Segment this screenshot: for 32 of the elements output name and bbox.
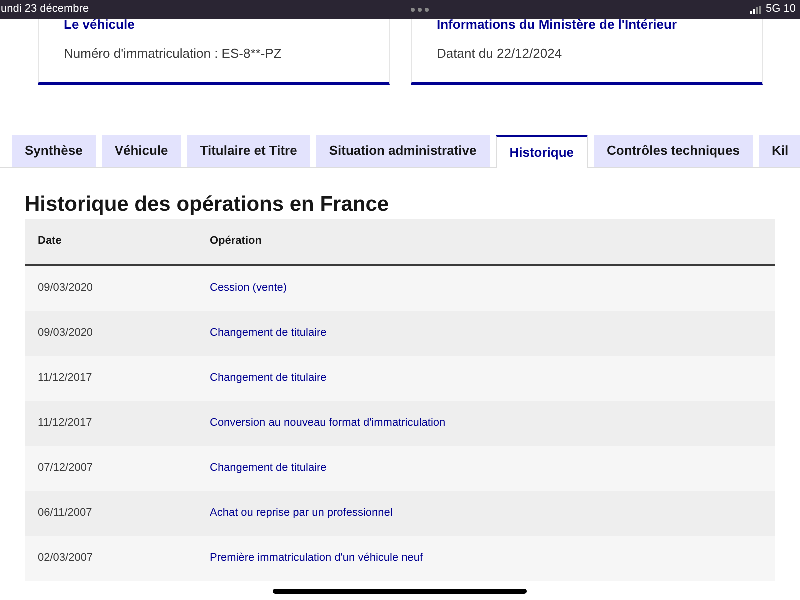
operation-cell-text: Conversion au nouveau format d'immatriculation: [210, 416, 447, 432]
column-header: Date: [37, 234, 63, 250]
date-cell-text: 07/12/2007: [37, 461, 94, 476]
operation-cell-text: Changement de titulaire: [210, 326, 328, 342]
card-text: Datant du 22/12/2024: [437, 45, 564, 63]
operation-cell-text: Cession (vente): [210, 281, 288, 296]
date-cell-text: 06/11/2007: [37, 506, 94, 522]
tab[interactable]: Kil: [758, 135, 800, 167]
operation-cell-text: Changement de titulaire: [210, 371, 328, 386]
card-text: Numéro d'immatriculation : ES-8**-PZ: [64, 45, 283, 63]
column-header: Opération: [210, 234, 263, 250]
status-date: undi 23 décembre: [1, 2, 90, 18]
network-label: 5G 10: [766, 2, 796, 18]
date-cell-text: 02/03/2007: [37, 551, 94, 566]
signal-icon: [750, 6, 762, 14]
tab[interactable]: Synthèse: [12, 135, 96, 167]
tab[interactable]: Historique: [496, 135, 588, 168]
operation-cell-text: Première immatriculation d'un véhicule neuf: [210, 551, 424, 566]
operation-cell-text: Changement de titulaire: [210, 461, 328, 476]
card-title: Le véhicule: [64, 19, 136, 31]
date-cell-text: 09/03/2020: [37, 326, 94, 342]
more-dots-icon: [410, 8, 429, 12]
tab[interactable]: Titulaire et Titre: [187, 135, 310, 167]
section-heading: Historique des opérations en France: [25, 192, 390, 218]
tab[interactable]: Véhicule: [102, 135, 182, 167]
date-cell-text: 11/12/2017: [37, 416, 94, 432]
date-cell-text: 11/12/2017: [37, 371, 94, 386]
operation-cell-text: Achat ou reprise par un professionnel: [210, 506, 394, 522]
tab[interactable]: Situation administrative: [316, 135, 490, 167]
tab[interactable]: Contrôles techniques: [594, 135, 753, 167]
date-cell-text: 09/03/2020: [37, 281, 94, 296]
card-title: Informations du Ministère de l'Intérieur: [437, 19, 678, 31]
